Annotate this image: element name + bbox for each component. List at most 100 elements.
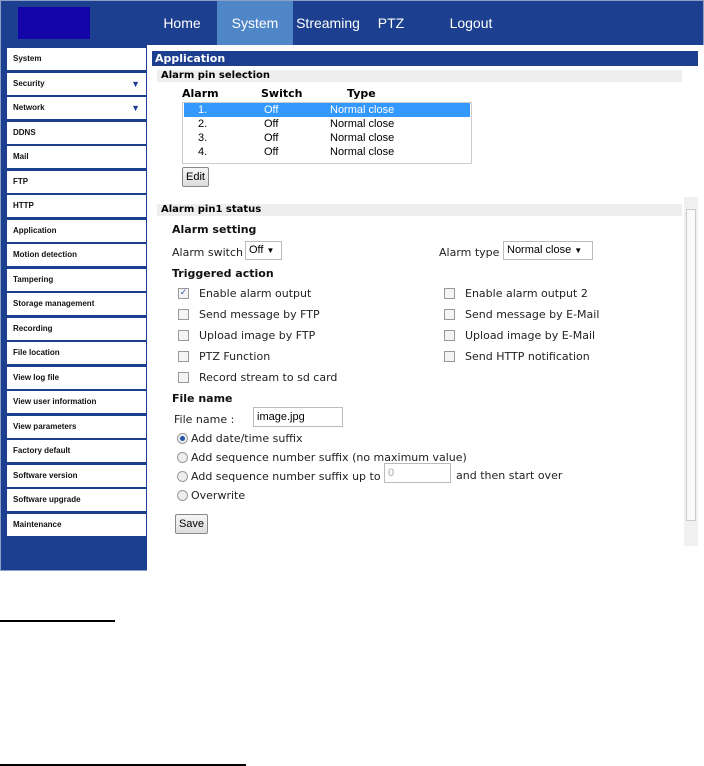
sidebar-item-label: Recording: [13, 323, 53, 333]
sidebar-item-factory-default[interactable]: Factory default: [7, 440, 146, 462]
pin-status-header: Alarm pin1 status: [157, 204, 682, 216]
sidebar-item-maintenance[interactable]: Maintenance: [7, 513, 146, 536]
chevron-down-icon: ▼: [266, 246, 275, 255]
save-button[interactable]: Save: [175, 514, 208, 534]
sidebar-item-label: HTTP: [13, 201, 34, 210]
nav-ptz[interactable]: PTZ: [371, 1, 411, 45]
sidebar-item-tampering[interactable]: Tampering: [7, 268, 146, 291]
radio-label: Add sequence number suffix up to: [191, 470, 381, 483]
alarm-type-select[interactable]: Normal close ▼: [503, 241, 593, 260]
checkbox-label: Upload image by FTP: [199, 329, 316, 342]
chevron-down-icon: ▼: [574, 246, 583, 255]
alarm-type-label: Alarm type: [439, 246, 500, 259]
nav-streaming[interactable]: Streaming: [293, 1, 363, 45]
alarm-switch-label: Alarm switch: [172, 246, 243, 259]
checkbox[interactable]: [444, 351, 455, 362]
sidebar-item-ftp[interactable]: FTP: [7, 170, 146, 193]
scrollbar-thumb[interactable]: [686, 209, 696, 521]
checkbox-label: Upload image by E-Mail: [465, 329, 596, 342]
sidebar-item-storage-management[interactable]: Storage management: [7, 293, 146, 315]
sidebar-item-application[interactable]: Application: [7, 219, 146, 242]
pin-selection-header: Alarm pin selection: [157, 70, 682, 82]
sidebar-item-software-version[interactable]: Software version: [7, 464, 146, 487]
sidebar-item-label: Network: [13, 103, 45, 112]
radio-button[interactable]: [177, 433, 188, 444]
file-name-label: File name :: [174, 413, 235, 426]
alarm-pin-row[interactable]: 3. Off Normal close: [184, 131, 470, 145]
checkbox[interactable]: [444, 330, 455, 341]
edit-button[interactable]: Edit: [182, 167, 209, 187]
nav-home[interactable]: Home: [151, 1, 213, 45]
sidebar-item-label: View parameters: [13, 421, 77, 431]
radio-button[interactable]: [177, 471, 188, 482]
sidebar-item-label: Maintenance: [13, 519, 62, 529]
chevron-down-icon[interactable]: ▼: [131, 73, 140, 95]
checkbox[interactable]: [178, 372, 189, 383]
file-name-heading: File name: [172, 392, 233, 405]
sidebar-item-mail[interactable]: Mail: [7, 146, 146, 168]
sidebar-item-software-upgrade[interactable]: Software upgrade: [7, 489, 146, 511]
checkbox[interactable]: ✓: [178, 288, 189, 299]
sidebar-item-view-parameters[interactable]: View parameters: [7, 415, 146, 438]
sidebar-item-label: System: [13, 54, 42, 63]
sidebar-item-label: Factory default: [13, 446, 71, 455]
sidebar-item-http[interactable]: HTTP: [7, 195, 146, 217]
radio-button[interactable]: [177, 490, 188, 501]
main-panel: Application Alarm pin selection Alarm Sw…: [147, 45, 704, 571]
file-name-input[interactable]: image.jpg: [253, 407, 343, 427]
sidebar-item-security[interactable]: Security ▼: [7, 72, 146, 95]
sidebar-item-view-user-information[interactable]: View user information: [7, 391, 146, 413]
sidebar-item-view-log-file[interactable]: View log file: [7, 366, 146, 389]
nav-system[interactable]: System: [217, 1, 293, 45]
sidebar-item-label: Mail: [13, 152, 29, 161]
col-alarm: Alarm: [182, 87, 219, 100]
sidebar-item-label: View user information: [13, 397, 97, 406]
then-start-over-label: and then start over: [456, 469, 563, 482]
seq-max-input[interactable]: 0: [384, 463, 451, 483]
checkbox[interactable]: [444, 309, 455, 320]
radio-label: Add date/time suffix: [191, 432, 303, 445]
alarm-pin-cell: Off: [264, 146, 279, 158]
checkbox[interactable]: [444, 288, 455, 299]
screenshot-frame: Home System Streaming PTZ Logout System S…: [0, 0, 704, 571]
alarm-pin-cell: 2.: [198, 118, 208, 130]
checkbox[interactable]: [178, 330, 189, 341]
checkbox-label: Enable alarm output: [199, 287, 312, 300]
sidebar-item-motion-detection[interactable]: Motion detection: [7, 244, 146, 266]
sidebar-item-label: Software version: [13, 470, 78, 480]
alarm-pin-cell: 3.: [198, 132, 208, 144]
sidebar-item-recording[interactable]: Recording: [7, 317, 146, 340]
alarm-type-value: Normal close: [507, 244, 572, 256]
triggered-action-heading: Triggered action: [172, 267, 274, 280]
sidebar-item-ddns[interactable]: DDNS: [7, 121, 146, 144]
sidebar-item-label: File location: [13, 348, 60, 357]
logo: [18, 7, 90, 39]
page-title: Application: [152, 51, 698, 66]
sidebar-item-network[interactable]: Network ▼: [7, 97, 146, 119]
radio-button[interactable]: [177, 452, 188, 463]
nav-logout[interactable]: Logout: [441, 1, 501, 45]
alarm-pin-cell: Normal close: [330, 146, 395, 158]
sidebar-item-label: FTP: [13, 176, 29, 186]
sidebar-item-system[interactable]: System: [7, 48, 146, 70]
sidebar-item-file-location[interactable]: File location: [7, 342, 146, 364]
sidebar-item-label: Software upgrade: [13, 495, 81, 504]
alarm-pin-cell: Normal close: [330, 118, 395, 130]
checkbox-label: Send message by FTP: [199, 308, 320, 321]
alarm-pin-cell: Normal close: [330, 104, 395, 116]
sidebar-item-label: Tampering: [13, 274, 54, 284]
alarm-switch-select[interactable]: Off ▼: [245, 241, 282, 260]
alarm-pin-list[interactable]: 1. Off Normal close 2. Off Normal close 3. Off N…: [182, 102, 472, 164]
alarm-pin-row[interactable]: 2. Off Normal close: [184, 117, 470, 131]
alarm-pin-row[interactable]: 1. Off Normal close: [184, 103, 470, 117]
sidebar: System Security ▼ Network ▼ DDNS Mail FTP HTTP Ap…: [7, 48, 146, 538]
checkbox[interactable]: [178, 309, 189, 320]
checkbox-label: Record stream to sd card: [199, 371, 338, 384]
sidebar-item-label: Application: [13, 225, 57, 235]
sidebar-item-label: Motion detection: [13, 250, 77, 259]
chevron-down-icon[interactable]: ▼: [131, 97, 140, 119]
scrollbar[interactable]: [684, 197, 698, 546]
checkbox-label: PTZ Function: [199, 350, 271, 363]
checkbox[interactable]: [178, 351, 189, 362]
alarm-pin-row[interactable]: 4. Off Normal close: [184, 145, 470, 159]
